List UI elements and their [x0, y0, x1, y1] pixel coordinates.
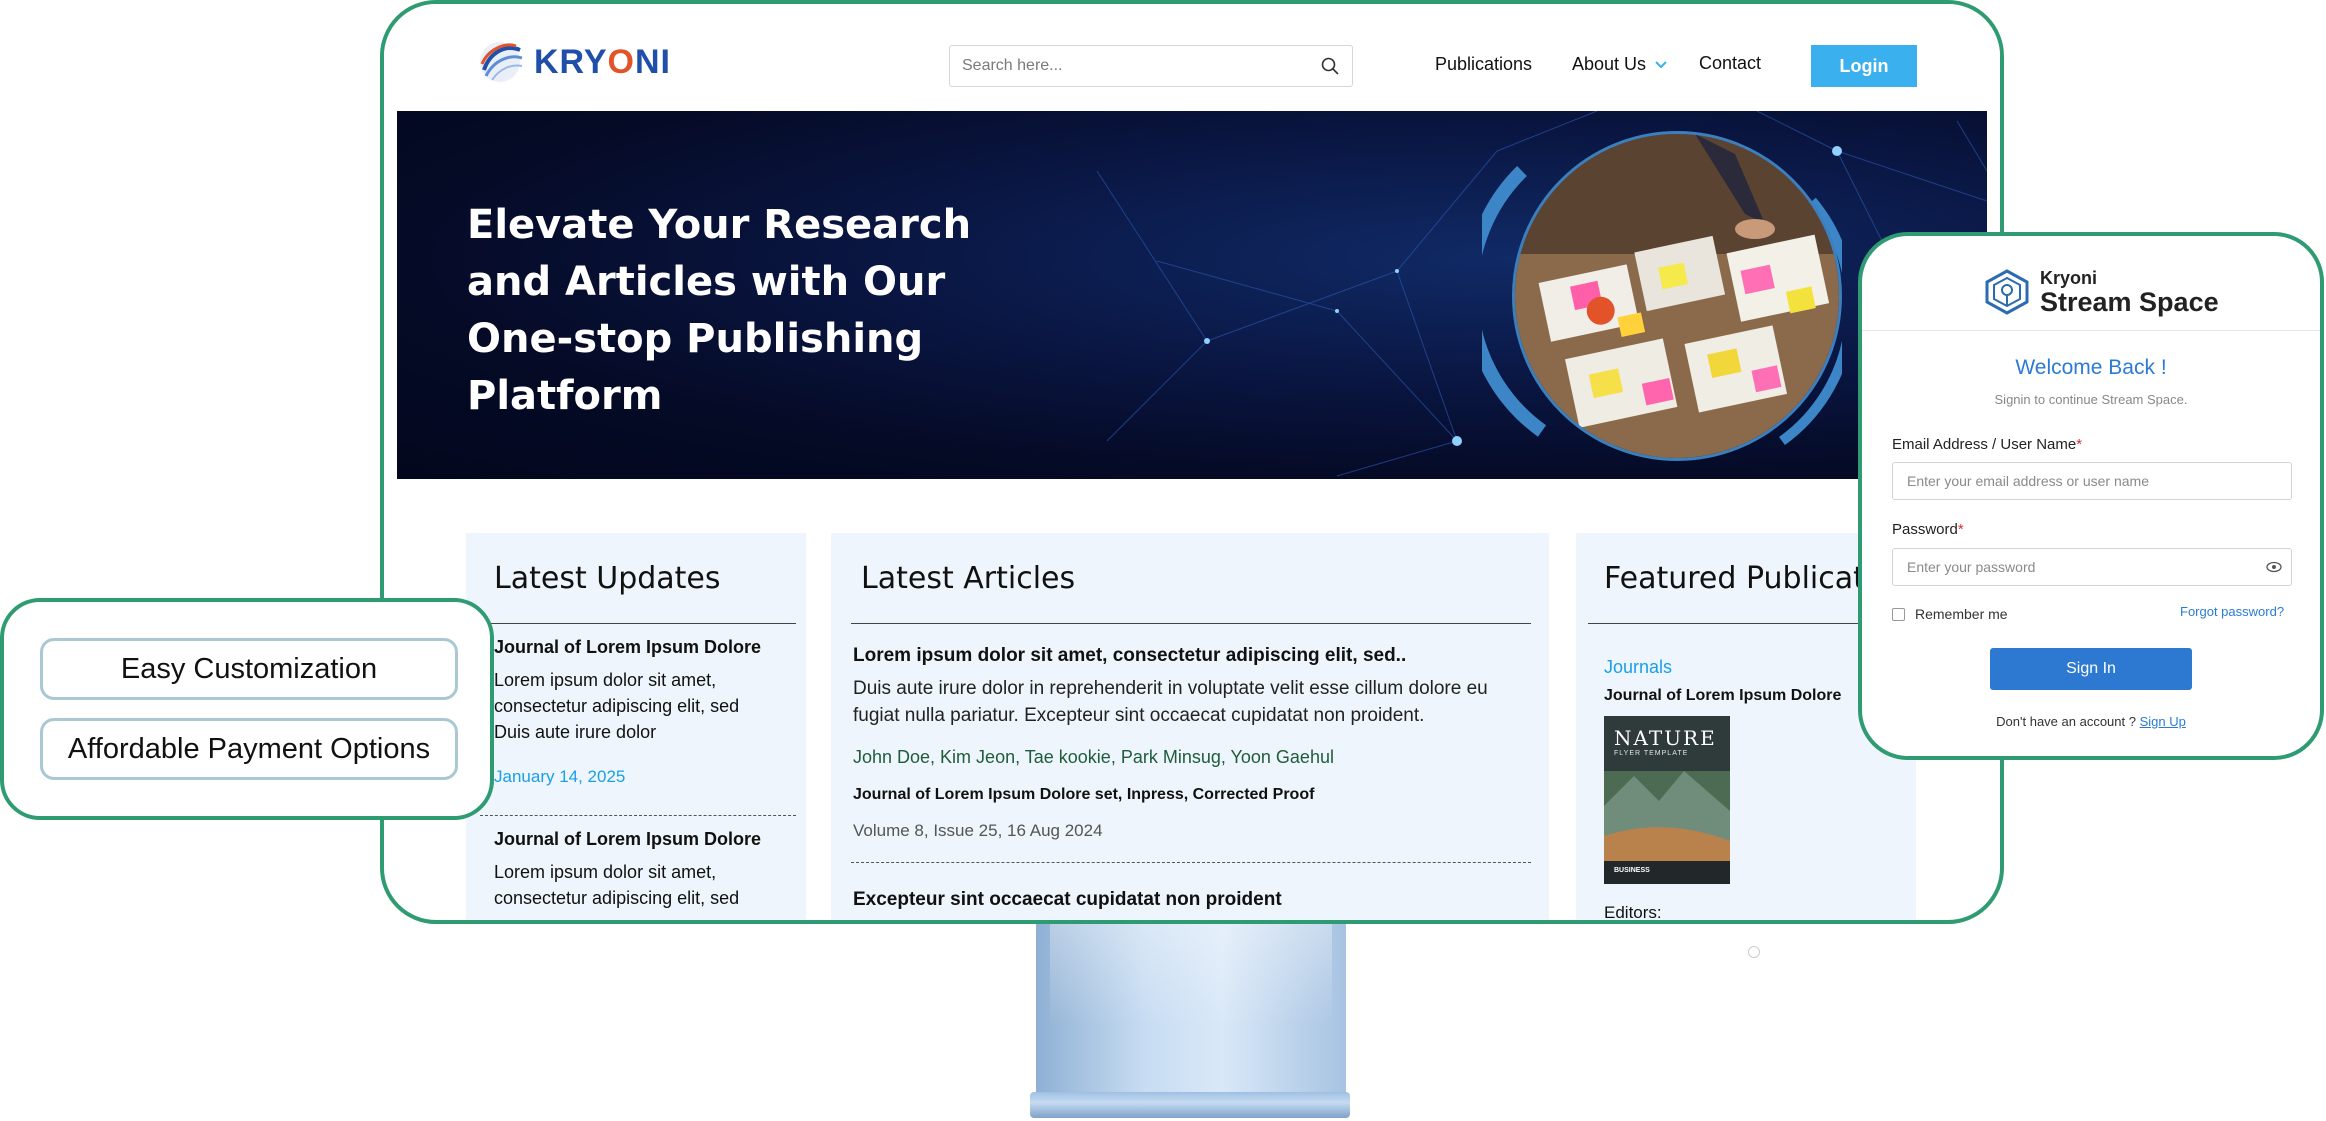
article-journal: Journal of Lorem Ipsum Dolore set, Inpre… [853, 786, 1315, 803]
update-body: Lorem ipsum dolor sit amet, consectetur … [494, 670, 740, 742]
featured-category[interactable]: Journals [1604, 657, 1672, 678]
no-account-text: Don't have an account ? [1996, 714, 2136, 729]
search-input[interactable]: Search here... [962, 57, 1320, 75]
article-volume: Volume 8, Issue 25, 16 Aug 2024 [853, 821, 1103, 840]
welcome-title: Welcome Back ! [2015, 356, 2167, 379]
remember-checkbox[interactable] [1892, 607, 1905, 621]
eye-icon[interactable] [2266, 561, 2282, 573]
latest-articles-heading: Latest Articles [861, 561, 1076, 596]
password-field[interactable] [1892, 548, 2292, 586]
divider [480, 623, 796, 624]
site-logo[interactable]: KRYONI [476, 38, 671, 86]
nav-about-label: About Us [1572, 54, 1647, 74]
loading-indicator-icon [1748, 946, 1760, 958]
nav-publications[interactable]: Publications [1435, 54, 1532, 75]
monitor-stand [1036, 918, 1346, 1098]
article-body: Duis aute irure dolor in reprehenderit i… [853, 678, 1488, 726]
forgot-password-link[interactable]: Forgot password? [2180, 604, 2284, 619]
latest-updates-heading: Latest Updates [494, 561, 721, 596]
search-bar[interactable]: Search here... [949, 45, 1353, 87]
featured-editors-label: Editors: [1604, 903, 1662, 922]
update-date: January 14, 2025 [494, 767, 626, 786]
hero-photo [1512, 131, 1842, 461]
dashed-divider [851, 862, 1531, 863]
article-title[interactable]: Lorem ipsum dolor sit amet, consectetur … [853, 645, 1406, 667]
welcome-subtitle: Signin to continue Stream Space. [1994, 392, 2188, 407]
article-title[interactable]: Excepteur sint occaecat cupidatat non pr… [853, 889, 1282, 911]
brand-small: Kryoni [2040, 267, 2098, 288]
monitor-stand-base [1030, 1092, 1350, 1118]
search-icon[interactable] [1320, 56, 1340, 76]
stream-space-logo: Kryoni Stream Space [1982, 268, 2219, 316]
password-label: Password* [1892, 521, 1964, 538]
nav-about-us[interactable]: About Us [1572, 54, 1668, 75]
hero-banner: Elevate Your Research and Articles with … [397, 111, 1987, 479]
brand-name: KRYONI [534, 42, 671, 81]
latest-articles-panel: Latest Articles Lorem ipsum dolor sit am… [831, 533, 1549, 920]
sign-up-link[interactable]: Sign Up [2140, 714, 2186, 729]
divider [1862, 330, 2320, 331]
remember-label: Remember me [1915, 606, 2008, 622]
article-authors[interactable]: John Doe, Kim Jeon, Tae kookie, Park Min… [853, 747, 1334, 768]
globe-logo-icon [480, 42, 523, 82]
featured-journal: Journal of Lorem Ipsum Dolore [1604, 687, 1842, 704]
hero-title: Elevate Your Research and Articles with … [467, 202, 972, 419]
update-title[interactable]: Journal of Lorem Ipsum Dolore [494, 637, 761, 658]
nav-contact[interactable]: Contact [1699, 53, 1761, 74]
divider [851, 623, 1531, 624]
cover-subtitle: FLYER TEMPLATE [1614, 750, 1689, 757]
remember-me[interactable]: Remember me [1892, 606, 2008, 622]
latest-updates-panel: Latest Updates Journal of Lorem Ipsum Do… [466, 533, 806, 920]
sign-in-button[interactable]: Sign In [1990, 648, 2192, 690]
dashed-divider [480, 815, 796, 816]
cover-footer: BUSINESS [1614, 867, 1650, 874]
email-label: Email Address / User Name* [1892, 436, 2083, 453]
cover-title: NATURE [1614, 726, 1717, 750]
chevron-down-icon [1655, 60, 1667, 68]
journal-cover-image[interactable]: NATURE FLYER TEMPLATE BUSINESS [1604, 716, 1730, 884]
brand-big: Stream Space [2040, 286, 2219, 317]
feature-pill-payment: Affordable Payment Options [40, 718, 458, 780]
monitor-screen: KRYONI Search here... Publications About… [380, 0, 2004, 924]
features-card: Easy Customization Affordable Payment Op… [0, 598, 494, 820]
update-title[interactable]: Journal of Lorem Ipsum Dolore [494, 829, 761, 850]
site-header: KRYONI Search here... Publications About… [384, 4, 2000, 114]
hexagon-logo-icon [1985, 269, 2029, 315]
login-card: Kryoni Stream Space Welcome Back ! Signi… [1858, 232, 2324, 760]
content-area: Latest Updates Journal of Lorem Ipsum Do… [384, 479, 2000, 922]
feature-pill-customization: Easy Customization [40, 638, 458, 700]
email-field[interactable] [1892, 462, 2292, 500]
update-body: Lorem ipsum dolor sit amet, consectetur … [494, 862, 740, 908]
login-button[interactable]: Login [1811, 45, 1917, 87]
signup-prompt: Don't have an account ? Sign Up [1862, 714, 2320, 729]
